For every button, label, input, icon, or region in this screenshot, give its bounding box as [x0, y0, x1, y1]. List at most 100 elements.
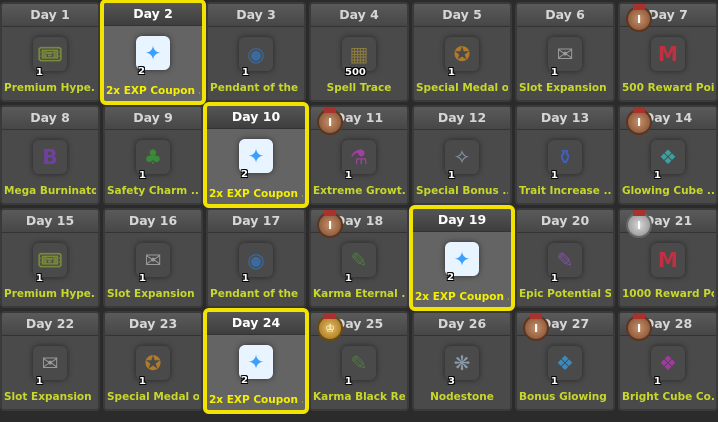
day-reward-cell[interactable]: I Day 14 ❖ 1 Glowing Cube ...: [618, 105, 718, 205]
item-count: 1: [448, 67, 455, 78]
day-label: Day 9: [105, 107, 201, 130]
reward-item-name: Karma Black Re...: [313, 391, 405, 403]
item-count: 1: [551, 273, 558, 284]
day-reward-cell[interactable]: I Day 18 ✎ 1 Karma Eternal ...: [309, 208, 409, 308]
reward-item-name: Nodestone: [430, 391, 494, 403]
reward-body: M 1000 Reward Po...: [620, 233, 716, 306]
reward-item-name: Special Bonus ...: [416, 185, 508, 197]
reward-item-name: Karma Eternal ...: [313, 288, 405, 300]
spell-trace-icon: ▦: [342, 37, 376, 71]
day-label: Day 10: [207, 106, 305, 129]
day-reward-cell[interactable]: I Day 28 ❖ 1 Bright Cube Co...: [618, 311, 718, 411]
day-label: Day 13: [517, 107, 613, 130]
item-count: 2: [241, 169, 248, 180]
day-reward-cell[interactable]: Day 6 ✉1 Slot Expansion ...: [515, 2, 615, 102]
item-count: 1: [139, 273, 146, 284]
milestone-medal-icon: I: [626, 4, 652, 32]
milestone-medal-icon: I: [317, 210, 343, 238]
reward-item-name: Trait Increase ...: [519, 185, 611, 197]
reward-body: ✪1 Special Medal o...: [414, 27, 510, 100]
reward-body: ✦2 2x EXP Coupon ...: [207, 129, 305, 204]
day-reward-cell[interactable]: Day 4 ▦ 500 Spell Trace: [309, 2, 409, 102]
day-reward-cell[interactable]: IDay 7M500 Reward Poi...: [618, 2, 718, 102]
day-reward-cell[interactable]: Day 2 ✦2 2x EXP Coupon ...: [100, 0, 206, 105]
day-reward-cell[interactable]: Day 15 🎟 1 Premium Hype...: [0, 208, 100, 308]
day-reward-cell[interactable]: Day 20 ✎1 Epic Potential S...: [515, 208, 615, 308]
day-reward-cell[interactable]: Day 13 ⚱ 1 Trait Increase ...: [515, 105, 615, 205]
ticket-icon: 🎟: [33, 37, 67, 71]
item-count: 1: [551, 376, 558, 387]
envelope-icon: ✉: [136, 243, 170, 277]
day-reward-cell[interactable]: IDay 27❖1Bonus Glowing ...: [515, 311, 615, 411]
reward-body: ✦2 2x EXP Coupon ...: [104, 26, 202, 101]
day-label: Day 3: [208, 4, 304, 27]
item-count: 1: [139, 376, 146, 387]
reward-item-name: 1000 Reward Po...: [622, 288, 714, 300]
reward-item-name: Premium Hype...: [4, 82, 96, 94]
item-count: 1: [551, 67, 558, 78]
day-reward-cell[interactable]: Day 16 ✉1 Slot Expansion ...: [103, 208, 203, 308]
reward-item-name: 2x EXP Coupon ...: [106, 85, 200, 97]
day-reward-cell[interactable]: Day 5 ✪1 Special Medal o...: [412, 2, 512, 102]
reward-body: ◉1 Pendant of the ...: [208, 27, 304, 100]
day-reward-cell[interactable]: Day 1 🎟 1 Premium Hype...: [0, 2, 100, 102]
envelope-icon: ✉: [548, 37, 582, 71]
exp-coupon-icon: ✦: [239, 139, 273, 173]
day-label: Day 26: [414, 313, 510, 336]
day-reward-cell[interactable]: Day 24 ✦2 2x EXP Coupon ...: [203, 308, 309, 414]
day-reward-cell[interactable]: Day 3 ◉1 Pendant of the ...: [206, 2, 306, 102]
day-label: Day 8: [2, 107, 98, 130]
day-reward-cell[interactable]: ♔Day 25✎1Karma Black Re...: [309, 311, 409, 411]
day-reward-cell[interactable]: I Day 11 ⚗ 1 Extreme Growt...: [309, 105, 409, 205]
day-reward-cell[interactable]: IDay 21M1000 Reward Po...: [618, 208, 718, 308]
item-count: 1: [345, 376, 352, 387]
item-count: 1: [345, 170, 352, 181]
ticket-icon: 🎟: [33, 243, 67, 277]
day-label: Day 2: [104, 3, 202, 26]
cube-icon: ❖: [651, 140, 685, 174]
reward-item-name: 2x EXP Coupon ...: [415, 291, 509, 303]
flask-icon: ⚱: [548, 140, 582, 174]
day-reward-cell[interactable]: Day 22 ✉1 Slot Expansion ...: [0, 311, 100, 411]
reward-body: ♣ 1 Safety Charm ...: [105, 130, 201, 203]
reward-body: ❖ 1 Glowing Cube ...: [620, 130, 716, 203]
reward-item-name: Mega Burninator: [4, 185, 96, 197]
day-reward-cell[interactable]: Day 23 ✪1 Special Medal o...: [103, 311, 203, 411]
day-label: Day 16: [105, 210, 201, 233]
item-count: 1: [551, 170, 558, 181]
day-reward-cell[interactable]: Day 17 ◉1 Pendant of the ...: [206, 208, 306, 308]
day-label: Day 6: [517, 4, 613, 27]
item-count: 1: [242, 273, 249, 284]
reward-body: 🎟 1 Premium Hype...: [2, 27, 98, 100]
charm-icon: ♣: [136, 140, 170, 174]
reward-item-name: Pendant of the ...: [210, 82, 302, 94]
milestone-medal-icon: I: [626, 107, 652, 135]
day-reward-cell[interactable]: Day 9 ♣ 1 Safety Charm ...: [103, 105, 203, 205]
reward-body: ✎1 Epic Potential S...: [517, 233, 613, 306]
day-label: Day 23: [105, 313, 201, 336]
reward-item-name: Slot Expansion ...: [4, 391, 96, 403]
day-reward-cell[interactable]: Day 26 ❋ 3 Nodestone: [412, 311, 512, 411]
reward-body: ✉1 Slot Expansion ...: [105, 233, 201, 306]
reward-body: ✦2 2x EXP Coupon ...: [413, 232, 511, 307]
day-reward-cell[interactable]: Day 8 B Mega Burninator: [0, 105, 100, 205]
day-label: Day 17: [208, 210, 304, 233]
day-label: Day 12: [414, 107, 510, 130]
karma-scroll-icon: ✎: [342, 243, 376, 277]
reward-item-name: Special Medal o...: [416, 82, 508, 94]
milestone-medal-icon: ♔: [317, 313, 343, 341]
day-label: Day 5: [414, 4, 510, 27]
day-reward-cell[interactable]: Day 12 ✧ 1 Special Bonus ...: [412, 105, 512, 205]
reward-item-name: Glowing Cube ...: [622, 185, 714, 197]
day-label: Day 20: [517, 210, 613, 233]
reward-body: 🎟 1 Premium Hype...: [2, 233, 98, 306]
reward-item-name: 2x EXP Coupon ...: [209, 188, 303, 200]
reward-body: ❖ 1 Bright Cube Co...: [620, 336, 716, 409]
day-reward-cell[interactable]: Day 19 ✦2 2x EXP Coupon ...: [409, 205, 515, 311]
day-label: Day 22: [2, 313, 98, 336]
cube-icon: ❖: [651, 346, 685, 380]
day-label: Day 4: [311, 4, 407, 27]
reward-item-name: 500 Reward Poi...: [622, 82, 714, 94]
pendant-icon: ◉: [239, 37, 273, 71]
day-reward-cell[interactable]: Day 10 ✦2 2x EXP Coupon ...: [203, 102, 309, 208]
